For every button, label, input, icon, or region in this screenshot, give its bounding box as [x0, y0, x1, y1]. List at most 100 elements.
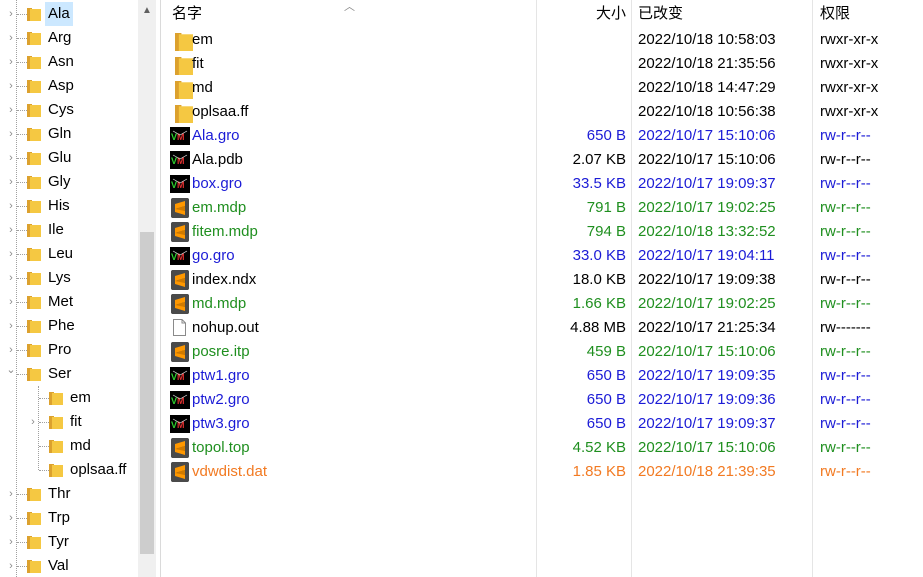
chevron-right-icon[interactable]: ›: [6, 50, 16, 74]
chevron-down-icon[interactable]: ⌄: [6, 362, 16, 386]
chevron-right-icon[interactable]: ›: [6, 74, 16, 98]
file-row[interactable]: em 2022/10/18 10:58:03 rwxr-xr-x: [162, 28, 923, 52]
tree-item-phe[interactable]: › Phe: [0, 314, 138, 338]
file-row[interactable]: oplsaa.ff 2022/10/18 10:56:38 rwxr-xr-x: [162, 100, 923, 124]
tree-item-gly[interactable]: › Gly: [0, 170, 138, 194]
header-date[interactable]: 已改变: [638, 0, 683, 28]
panel-divider[interactable]: [160, 0, 161, 577]
tree-item-ser[interactable]: ⌄ Ser: [0, 362, 138, 386]
file-modified-date: 2022/10/17 15:10:06: [638, 439, 776, 456]
tree-item-fit[interactable]: › fit: [0, 410, 138, 434]
header-name[interactable]: 名字: [172, 0, 202, 28]
chevron-right-icon[interactable]: ›: [6, 98, 16, 122]
file-row[interactable]: posre.itp 459 B 2022/10/17 15:10:06 rw-r--r…: [162, 340, 923, 364]
file-row[interactable]: fitem.mdp 794 B 2022/10/18 13:32:52 rw-r--r…: [162, 220, 923, 244]
tree-item-thr[interactable]: › Thr: [0, 482, 138, 506]
chevron-right-icon[interactable]: ›: [6, 482, 16, 506]
file-modified-date: 2022/10/17 15:10:06: [638, 151, 776, 168]
chevron-right-icon[interactable]: ›: [28, 410, 38, 434]
chevron-right-icon[interactable]: ›: [6, 194, 16, 218]
tree-item-val[interactable]: › Val: [0, 554, 138, 577]
chevron-right-icon[interactable]: ›: [6, 2, 16, 26]
tree-item-asn[interactable]: › Asn: [0, 50, 138, 74]
chevron-right-icon[interactable]: ›: [6, 146, 16, 170]
file-row[interactable]: nohup.out 4.88 MB 2022/10/17 21:25:34 rw---…: [162, 316, 923, 340]
tree-item-ile[interactable]: › Ile: [0, 218, 138, 242]
tree-scrollbar[interactable]: ▲: [138, 0, 156, 577]
file-row[interactable]: V Mptw3.gro 650 B 2022/10/17 19:09:37 rw-r--…: [162, 412, 923, 436]
chevron-right-icon[interactable]: ›: [6, 218, 16, 242]
file-row[interactable]: md 2022/10/18 14:47:29 rwxr-xr-x: [162, 76, 923, 100]
tree-item-label: oplsaa.ff: [70, 461, 127, 478]
file-row[interactable]: topol.top 4.52 KB 2022/10/17 15:10:06 rw-r-…: [162, 436, 923, 460]
file-row[interactable]: V M Ala.gro 650 B 2022/10/17 15:10:06 rw-r--r…: [162, 124, 923, 148]
folder-icon: [27, 152, 41, 165]
file-permissions: rw-r--r--: [820, 415, 871, 432]
tree-item-leu[interactable]: › Leu: [0, 242, 138, 266]
header-size[interactable]: 大小: [562, 0, 626, 28]
file-size: 1.66 KB: [572, 295, 626, 312]
tree-item-label: His: [48, 197, 70, 214]
file-row[interactable]: V Mgo.gro 33.0 KB 2022/10/17 19:04:11 rw-r--…: [162, 244, 923, 268]
tree-item-his[interactable]: › His: [0, 194, 138, 218]
scroll-up-arrow-icon[interactable]: ▲: [138, 0, 156, 22]
chevron-right-icon[interactable]: ›: [6, 314, 16, 338]
tree-item-oplsaa-ff[interactable]: oplsaa.ff: [0, 458, 138, 482]
tree-item-asp[interactable]: › Asp: [0, 74, 138, 98]
tree-item-gln[interactable]: › Gln: [0, 122, 138, 146]
chevron-right-icon[interactable]: ›: [6, 506, 16, 530]
tree-item-arg[interactable]: › Arg: [0, 26, 138, 50]
file-size: 1.85 KB: [572, 463, 626, 480]
chevron-right-icon[interactable]: ›: [6, 170, 16, 194]
file-modified-date: 2022/10/18 21:39:35: [638, 463, 776, 480]
folder-icon: [27, 176, 41, 189]
tree-item-pro[interactable]: › Pro: [0, 338, 138, 362]
file-permissions: rw-r--r--: [820, 127, 871, 144]
tree-item-trp[interactable]: › Trp: [0, 506, 138, 530]
chevron-right-icon[interactable]: ›: [6, 290, 16, 314]
file-row[interactable]: md.mdp 1.66 KB 2022/10/17 19:02:25 rw-r--r-…: [162, 292, 923, 316]
tree-item-met[interactable]: › Met: [0, 290, 138, 314]
file-size: 2.07 KB: [572, 151, 626, 168]
chevron-right-icon[interactable]: ›: [6, 530, 16, 554]
chevron-right-icon[interactable]: ›: [6, 554, 16, 577]
file-row[interactable]: fit 2022/10/18 21:35:56 rwxr-xr-x: [162, 52, 923, 76]
tree-item-em[interactable]: em: [0, 386, 138, 410]
tree-guide-dots: [17, 350, 27, 351]
chevron-right-icon[interactable]: ›: [6, 122, 16, 146]
file-modified-date: 2022/10/18 10:58:03: [638, 31, 776, 48]
file-row[interactable]: V Mptw2.gro 650 B 2022/10/17 19:09:36 rw-r--…: [162, 388, 923, 412]
scrollbar-thumb[interactable]: [140, 232, 154, 554]
tree-item-tyr[interactable]: › Tyr: [0, 530, 138, 554]
file-modified-date: 2022/10/17 15:10:06: [638, 343, 776, 360]
file-row[interactable]: em.mdp 791 B 2022/10/17 19:02:25 rw-r--r--: [162, 196, 923, 220]
file-row[interactable]: V M Ala.pdb 2.07 KB 2022/10/17 15:10:06 rw-r-…: [162, 148, 923, 172]
file-permissions: rw-r--r--: [820, 295, 871, 312]
tree-item-md[interactable]: md: [0, 434, 138, 458]
file-row[interactable]: V Mptw1.gro 650 B 2022/10/17 19:09:35 rw-r--…: [162, 364, 923, 388]
chevron-right-icon[interactable]: ›: [6, 242, 16, 266]
chevron-right-icon[interactable]: ›: [6, 266, 16, 290]
chevron-right-icon[interactable]: ›: [6, 26, 16, 50]
file-row[interactable]: vdwdist.dat 1.85 KB 2022/10/18 21:39:35 rw-…: [162, 460, 923, 484]
file-permissions: rw-r--r--: [820, 343, 871, 360]
folder-icon: [27, 56, 41, 69]
chevron-right-icon[interactable]: ›: [6, 338, 16, 362]
tree-item-label: Asp: [48, 77, 74, 94]
file-name: box.gro: [192, 175, 243, 192]
file-name: oplsaa.ff: [192, 103, 249, 120]
file-size: 650 B: [586, 127, 626, 144]
folder-icon: [27, 248, 41, 261]
tree-item-glu[interactable]: › Glu: [0, 146, 138, 170]
file-row[interactable]: V Mbox.gro 33.5 KB 2022/10/17 19:09:37 rw-r-…: [162, 172, 923, 196]
tree-item-cys[interactable]: › Cys: [0, 98, 138, 122]
svg-text:M: M: [177, 396, 185, 406]
file-modified-date: 2022/10/17 19:09:36: [638, 391, 776, 408]
tree-item-lys[interactable]: › Lys: [0, 266, 138, 290]
file-name: fit: [192, 55, 204, 72]
header-permissions[interactable]: 权限: [820, 0, 850, 28]
file-row[interactable]: index.ndx 18.0 KB 2022/10/17 19:09:38 rw-r-…: [162, 268, 923, 292]
folder-icon: [27, 296, 41, 309]
folder-icon: [175, 33, 193, 51]
tree-item-ala[interactable]: › Ala: [0, 2, 138, 26]
